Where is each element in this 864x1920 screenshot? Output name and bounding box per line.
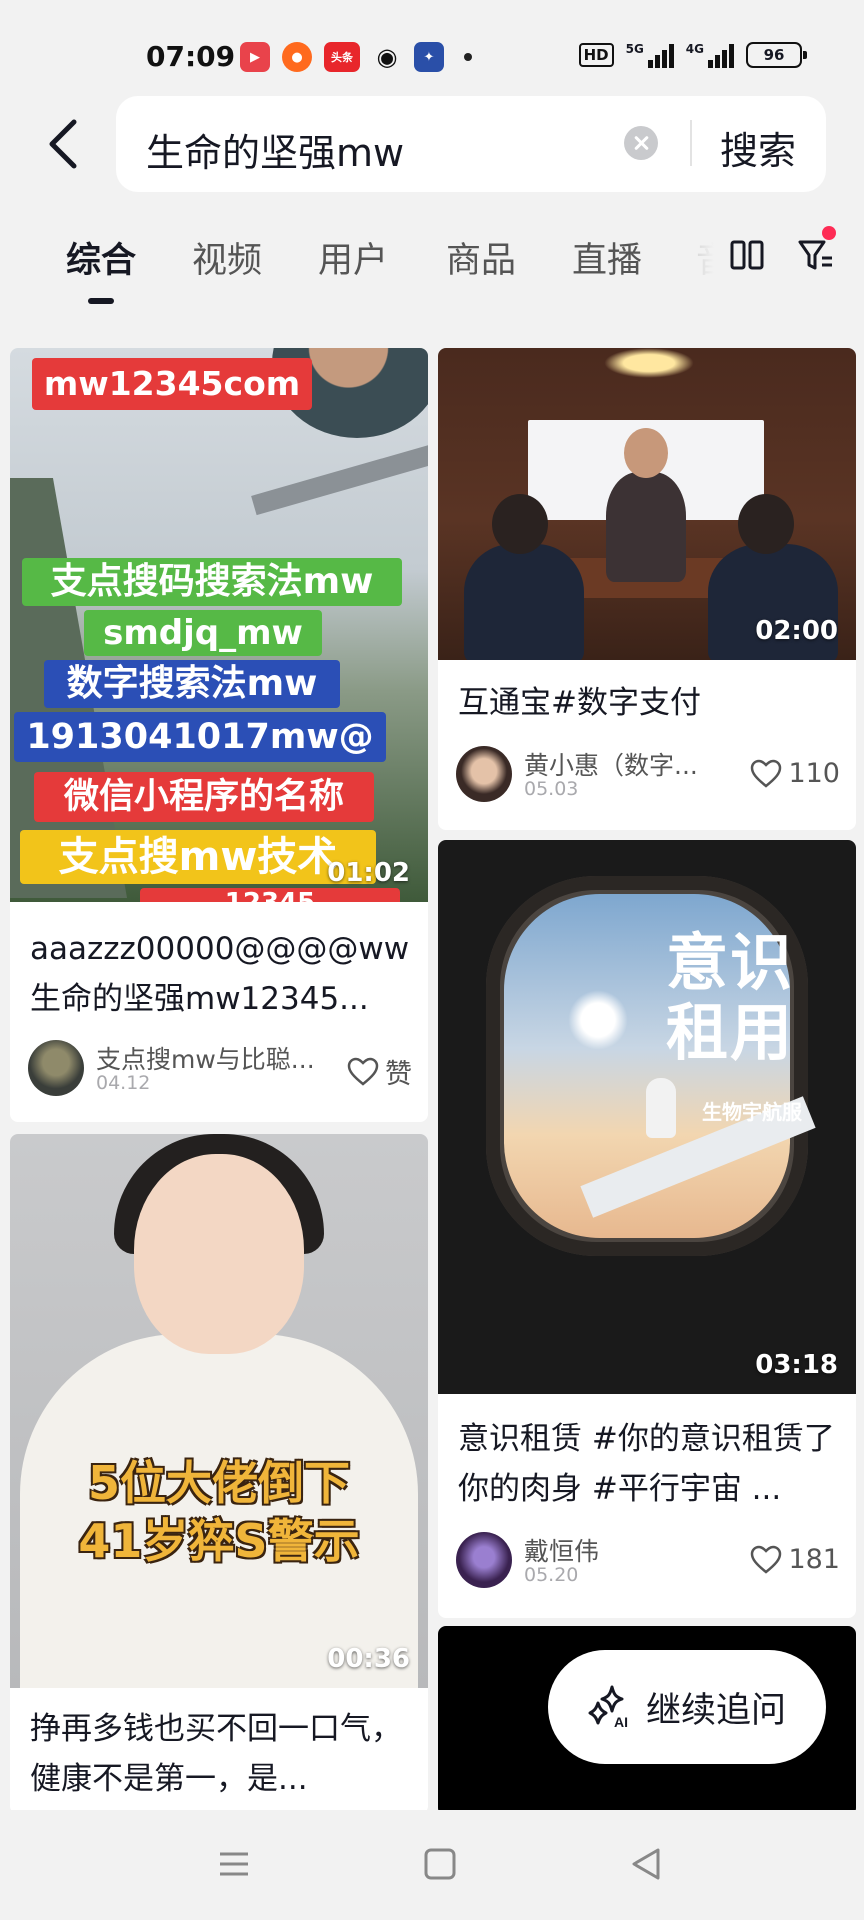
avatar[interactable] xyxy=(456,1532,512,1588)
status-app-icons: ▶ ● 头条 ◉ ✦ xyxy=(240,42,472,72)
continue-ask-label: 继续追问 xyxy=(645,1690,786,1731)
search-input[interactable]: 生命的坚强mw xyxy=(146,122,404,177)
system-nav-bar xyxy=(0,1810,864,1920)
tab-live[interactable]: 直播 xyxy=(572,232,642,283)
video-app-icon: ▶ xyxy=(240,42,270,72)
battery-icon: 96 xyxy=(746,42,807,68)
status-indicators: HD 5G 4G 96 xyxy=(578,42,807,68)
heart-icon xyxy=(751,1545,782,1574)
search-divider xyxy=(690,120,692,166)
heart-icon xyxy=(347,1057,379,1086)
tab-comprehensive[interactable]: 综合 xyxy=(66,232,136,283)
filter-icon[interactable] xyxy=(798,238,834,272)
menu-icon[interactable] xyxy=(214,1846,254,1882)
tab-videos[interactable]: 视频 xyxy=(192,232,262,283)
battery-level: 96 xyxy=(763,46,785,64)
heart-icon xyxy=(751,759,782,788)
thumb-label: 支点搜码搜索法mw xyxy=(22,558,402,606)
thumb-caption-line: 5位大佬倒下 xyxy=(87,1456,350,1510)
search-button[interactable]: 搜索 xyxy=(720,120,796,175)
tab-users[interactable]: 用户 xyxy=(318,232,388,283)
author-name[interactable]: 戴恒伟 xyxy=(524,1532,599,1568)
post-date: 04.12 xyxy=(96,1072,151,1094)
thumb-label: 1913041017mw@ xyxy=(14,712,386,762)
signal-4g-icon: 4G xyxy=(686,42,734,68)
like-button[interactable]: 110 xyxy=(750,758,840,789)
video-duration: 01:02 xyxy=(327,858,410,888)
video-duration: 02:00 xyxy=(755,616,838,646)
video-thumbnail[interactable]: 意识租用 生物宇航服 03:18 xyxy=(438,840,856,1394)
layout-toggle-icon[interactable] xyxy=(730,240,764,270)
astronaut-figure xyxy=(646,1078,676,1138)
post-date: 05.20 xyxy=(524,1564,579,1586)
status-bar: 07:09 ▶ ● 头条 ◉ ✦ HD 5G 4G 96 xyxy=(0,0,864,100)
avatar[interactable] xyxy=(28,1040,84,1096)
thumb-label: mw12345com xyxy=(32,358,312,410)
tab-fade-mask xyxy=(690,226,730,286)
thumb-subtitle: 生物宇航服 xyxy=(702,1100,802,1124)
video-thumbnail[interactable]: mw12345com 支点搜码搜索法mw smdjq_mw 数字搜索法mw 19… xyxy=(10,348,428,902)
toutiao-app-icon: 头条 xyxy=(324,42,360,72)
video-duration: 03:18 xyxy=(755,1350,838,1380)
tab-products[interactable]: 商品 xyxy=(446,232,516,283)
result-card[interactable]: 02:00 互通宝#数字支付 黄小惠（数字... 05.03 110 xyxy=(438,348,856,830)
more-notifications-dot xyxy=(464,53,472,61)
back-triangle-icon[interactable] xyxy=(626,1846,666,1882)
card-title[interactable]: 意识租赁 #你的意识租赁了你的肉身 #平行宇宙 ... xyxy=(458,1414,838,1514)
thumb-caption: 5位大佬倒下 41岁猝S警示 xyxy=(10,1454,428,1570)
filter-notification-dot xyxy=(822,226,836,240)
author-row[interactable]: 戴恒伟 05.20 181 xyxy=(456,1532,840,1592)
result-card[interactable]: 5位大佬倒下 41岁猝S警示 00:36 挣再多钱也买不回一口气，健康不是第一，… xyxy=(10,1134,428,1814)
author-name[interactable]: 黄小惠（数字... xyxy=(524,746,698,782)
thumb-label: smdjq_mw xyxy=(84,610,322,656)
result-tabs: 综合 视频 用户 商品 直播 音 xyxy=(0,226,864,316)
like-count: 181 xyxy=(788,1544,840,1575)
ai-sparkle-icon: AI xyxy=(588,1685,628,1730)
like-count: 110 xyxy=(788,758,840,789)
status-time: 07:09 xyxy=(146,40,236,73)
clear-search-icon[interactable] xyxy=(624,126,658,160)
continue-ask-button[interactable]: AI 继续追问 xyxy=(548,1650,826,1764)
video-duration: 00:36 xyxy=(327,1644,410,1674)
active-tab-indicator xyxy=(88,298,114,304)
thumb-label: 支点搜mw技术 xyxy=(20,830,376,884)
author-name[interactable]: 支点搜mw与比聪... xyxy=(96,1040,315,1076)
thumb-caption-line: 41岁猝S警示 xyxy=(78,1514,360,1568)
game-app-icon: ✦ xyxy=(414,42,444,72)
card-title[interactable]: 互通宝#数字支付 xyxy=(458,678,838,728)
search-box[interactable]: 生命的坚强mw 搜索 xyxy=(116,96,826,192)
like-count: 赞 xyxy=(385,1059,412,1090)
thumb-title: 意识租用 xyxy=(666,926,795,1069)
card-title[interactable]: 挣再多钱也买不回一口气，健康不是第一，是... xyxy=(30,1704,410,1804)
thumb-label: 数字搜索法mw xyxy=(44,660,340,708)
presenter-photo xyxy=(134,1154,304,1354)
wechat-icon: ◉ xyxy=(376,43,398,71)
like-button[interactable]: 181 xyxy=(750,1544,840,1575)
hd-voice-badge: HD xyxy=(578,43,614,67)
ai-icon-label: AI xyxy=(614,1714,628,1730)
result-card[interactable]: mw12345com 支点搜码搜索法mw smdjq_mw 数字搜索法mw 19… xyxy=(10,348,428,1122)
card-title[interactable]: aaazzz00000@@@@www生命的坚强mw12345... xyxy=(30,924,410,1024)
video-thumbnail[interactable]: 02:00 xyxy=(438,348,856,660)
like-button[interactable]: 赞 xyxy=(347,1052,412,1091)
video-thumbnail[interactable]: 5位大佬倒下 41岁猝S警示 00:36 xyxy=(10,1134,428,1688)
signal-5g-icon: 5G xyxy=(626,42,674,68)
result-card[interactable]: 意识租用 生物宇航服 03:18 意识租赁 #你的意识租赁了你的肉身 #平行宇宙… xyxy=(438,840,856,1618)
thumb-label: 12345 xyxy=(140,888,400,902)
shopping-app-icon: ● xyxy=(282,42,312,72)
post-date: 05.03 xyxy=(524,778,579,800)
home-icon[interactable] xyxy=(420,1846,460,1882)
avatar[interactable] xyxy=(456,746,512,802)
author-row[interactable]: 支点搜mw与比聪... 04.12 赞 xyxy=(28,1040,412,1100)
thumb-label: 微信小程序的名称 xyxy=(34,772,374,822)
back-button[interactable] xyxy=(44,118,84,170)
author-row[interactable]: 黄小惠（数字... 05.03 110 xyxy=(456,746,840,806)
back-arrow-icon xyxy=(49,119,77,169)
